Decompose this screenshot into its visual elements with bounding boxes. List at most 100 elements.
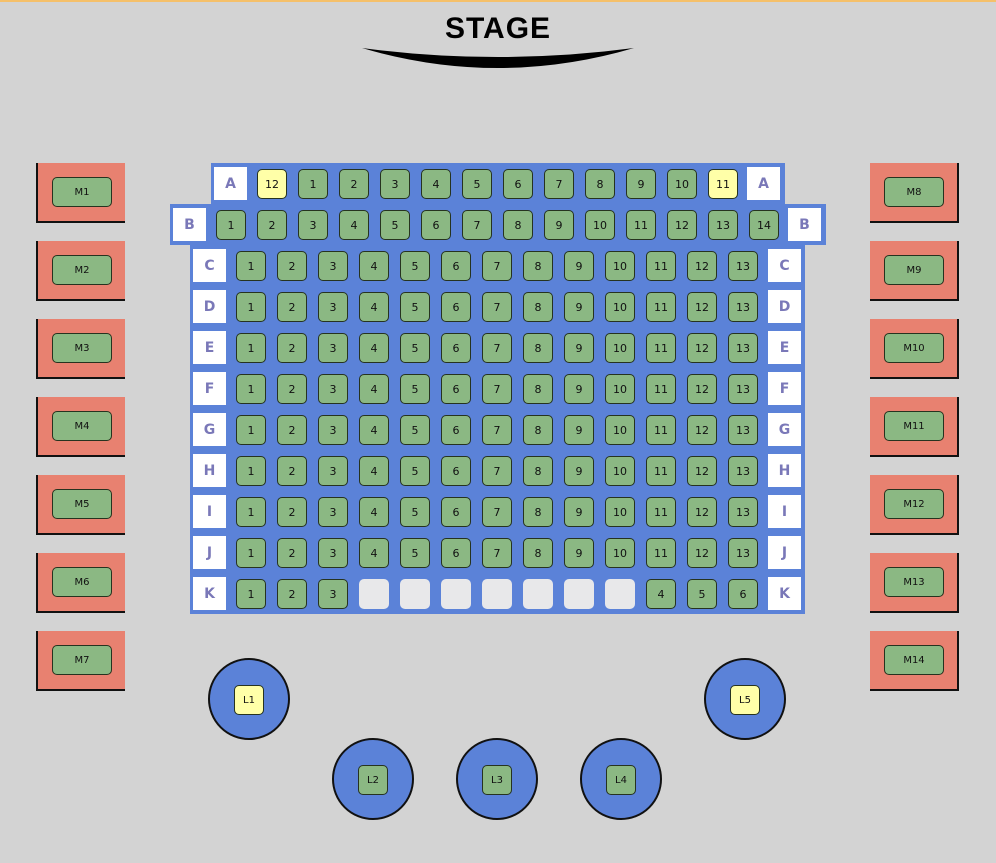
seat-i-13[interactable]: 13 xyxy=(728,497,758,527)
seat-k-3[interactable]: 3 xyxy=(318,579,348,609)
seat-b-13[interactable]: 13 xyxy=(708,210,738,240)
seat-g-7[interactable]: 7 xyxy=(482,415,512,445)
seat-i-7[interactable]: 7 xyxy=(482,497,512,527)
seat-b-5[interactable]: 5 xyxy=(380,210,410,240)
seat-h-5[interactable]: 5 xyxy=(400,456,430,486)
seat-a-3[interactable]: 3 xyxy=(380,169,410,199)
seat-k-1[interactable]: 1 xyxy=(236,579,266,609)
seat-a-2[interactable]: 2 xyxy=(339,169,369,199)
box-seat-m7[interactable]: M7 xyxy=(52,645,112,675)
seat-j-11[interactable]: 11 xyxy=(646,538,676,568)
seat-a-10[interactable]: 10 xyxy=(667,169,697,199)
seat-h-7[interactable]: 7 xyxy=(482,456,512,486)
seat-i-5[interactable]: 5 xyxy=(400,497,430,527)
seat-d-6[interactable]: 6 xyxy=(441,292,471,322)
seat-f-5[interactable]: 5 xyxy=(400,374,430,404)
seat-i-3[interactable]: 3 xyxy=(318,497,348,527)
seat-b-12[interactable]: 12 xyxy=(667,210,697,240)
seat-f-9[interactable]: 9 xyxy=(564,374,594,404)
box-seat-m13[interactable]: M13 xyxy=(884,567,944,597)
seat-b-6[interactable]: 6 xyxy=(421,210,451,240)
seat-g-10[interactable]: 10 xyxy=(605,415,635,445)
seat-j-10[interactable]: 10 xyxy=(605,538,635,568)
seat-e-12[interactable]: 12 xyxy=(687,333,717,363)
seat-h-10[interactable]: 10 xyxy=(605,456,635,486)
seat-j-8[interactable]: 8 xyxy=(523,538,553,568)
seat-c-12[interactable]: 12 xyxy=(687,251,717,281)
seat-c-7[interactable]: 7 xyxy=(482,251,512,281)
seat-e-6[interactable]: 6 xyxy=(441,333,471,363)
seat-h-4[interactable]: 4 xyxy=(359,456,389,486)
seat-f-8[interactable]: 8 xyxy=(523,374,553,404)
seat-c-13[interactable]: 13 xyxy=(728,251,758,281)
seat-g-9[interactable]: 9 xyxy=(564,415,594,445)
seat-d-9[interactable]: 9 xyxy=(564,292,594,322)
box-seat-m8[interactable]: M8 xyxy=(884,177,944,207)
seat-j-9[interactable]: 9 xyxy=(564,538,594,568)
seat-j-1[interactable]: 1 xyxy=(236,538,266,568)
seat-e-2[interactable]: 2 xyxy=(277,333,307,363)
seat-c-1[interactable]: 1 xyxy=(236,251,266,281)
box-seat-m14[interactable]: M14 xyxy=(884,645,944,675)
seat-d-5[interactable]: 5 xyxy=(400,292,430,322)
seat-h-11[interactable]: 11 xyxy=(646,456,676,486)
seat-i-10[interactable]: 10 xyxy=(605,497,635,527)
seat-d-12[interactable]: 12 xyxy=(687,292,717,322)
seat-d-10[interactable]: 10 xyxy=(605,292,635,322)
seat-g-5[interactable]: 5 xyxy=(400,415,430,445)
seat-h-6[interactable]: 6 xyxy=(441,456,471,486)
seat-g-1[interactable]: 1 xyxy=(236,415,266,445)
seat-d-4[interactable]: 4 xyxy=(359,292,389,322)
seat-c-5[interactable]: 5 xyxy=(400,251,430,281)
seat-f-10[interactable]: 10 xyxy=(605,374,635,404)
seat-c-4[interactable]: 4 xyxy=(359,251,389,281)
seat-a-4[interactable]: 4 xyxy=(421,169,451,199)
seat-h-12[interactable]: 12 xyxy=(687,456,717,486)
seat-k-4[interactable]: 4 xyxy=(646,579,676,609)
seat-j-7[interactable]: 7 xyxy=(482,538,512,568)
seat-a-8[interactable]: 8 xyxy=(585,169,615,199)
seat-f-1[interactable]: 1 xyxy=(236,374,266,404)
seat-c-10[interactable]: 10 xyxy=(605,251,635,281)
seat-e-7[interactable]: 7 xyxy=(482,333,512,363)
seat-f-6[interactable]: 6 xyxy=(441,374,471,404)
box-seat-m6[interactable]: M6 xyxy=(52,567,112,597)
seat-g-11[interactable]: 11 xyxy=(646,415,676,445)
seat-e-9[interactable]: 9 xyxy=(564,333,594,363)
seat-e-1[interactable]: 1 xyxy=(236,333,266,363)
seat-b-10[interactable]: 10 xyxy=(585,210,615,240)
seat-e-10[interactable]: 10 xyxy=(605,333,635,363)
box-seat-m9[interactable]: M9 xyxy=(884,255,944,285)
seat-c-9[interactable]: 9 xyxy=(564,251,594,281)
seat-f-12[interactable]: 12 xyxy=(687,374,717,404)
seat-f-13[interactable]: 13 xyxy=(728,374,758,404)
seat-e-11[interactable]: 11 xyxy=(646,333,676,363)
seat-a-5[interactable]: 5 xyxy=(462,169,492,199)
seat-b-1[interactable]: 1 xyxy=(216,210,246,240)
seat-i-8[interactable]: 8 xyxy=(523,497,553,527)
seat-g-12[interactable]: 12 xyxy=(687,415,717,445)
box-seat-m4[interactable]: M4 xyxy=(52,411,112,441)
seat-j-4[interactable]: 4 xyxy=(359,538,389,568)
seat-h-3[interactable]: 3 xyxy=(318,456,348,486)
seat-d-2[interactable]: 2 xyxy=(277,292,307,322)
seat-b-3[interactable]: 3 xyxy=(298,210,328,240)
seat-c-3[interactable]: 3 xyxy=(318,251,348,281)
seat-c-8[interactable]: 8 xyxy=(523,251,553,281)
seat-e-3[interactable]: 3 xyxy=(318,333,348,363)
seat-f-7[interactable]: 7 xyxy=(482,374,512,404)
seat-g-2[interactable]: 2 xyxy=(277,415,307,445)
seat-e-8[interactable]: 8 xyxy=(523,333,553,363)
box-seat-m10[interactable]: M10 xyxy=(884,333,944,363)
seat-j-5[interactable]: 5 xyxy=(400,538,430,568)
seat-h-1[interactable]: 1 xyxy=(236,456,266,486)
seat-h-13[interactable]: 13 xyxy=(728,456,758,486)
seat-i-11[interactable]: 11 xyxy=(646,497,676,527)
seat-h-2[interactable]: 2 xyxy=(277,456,307,486)
seat-a-1[interactable]: 1 xyxy=(298,169,328,199)
seat-c-2[interactable]: 2 xyxy=(277,251,307,281)
seat-g-13[interactable]: 13 xyxy=(728,415,758,445)
seat-k-5[interactable]: 5 xyxy=(687,579,717,609)
seat-c-11[interactable]: 11 xyxy=(646,251,676,281)
seat-i-4[interactable]: 4 xyxy=(359,497,389,527)
